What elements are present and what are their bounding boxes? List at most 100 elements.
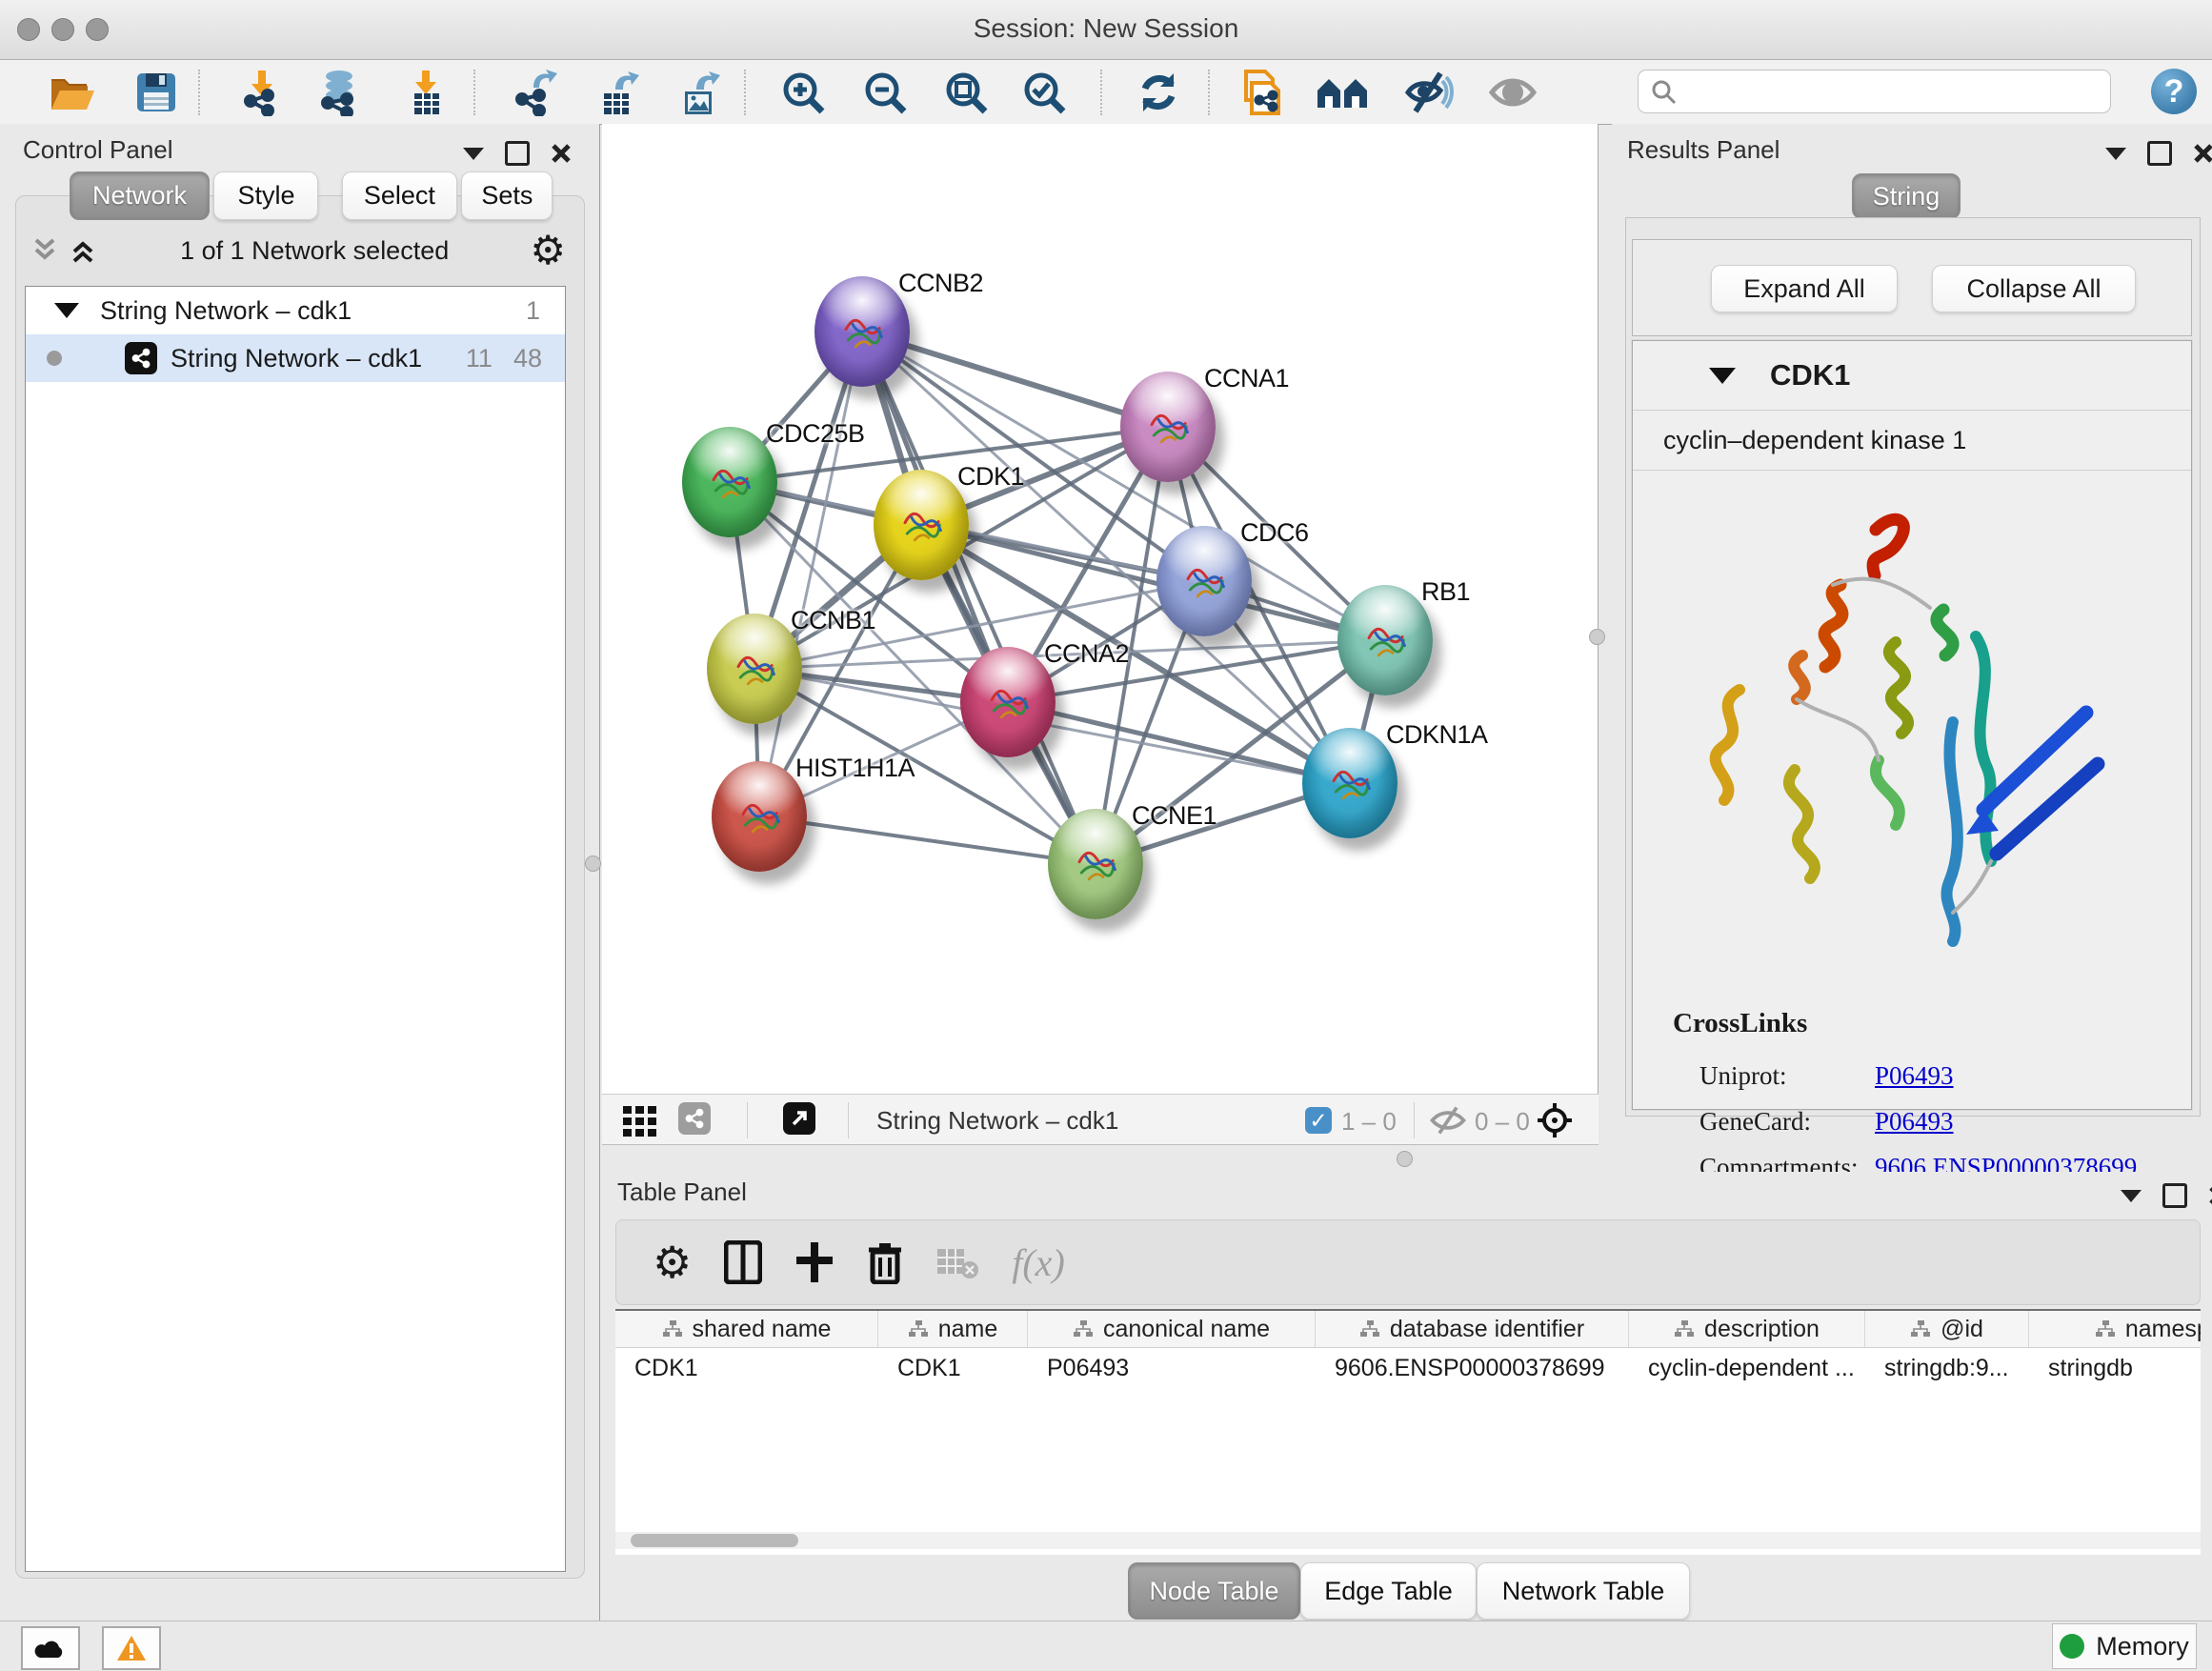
- expand-all-button[interactable]: Expand All: [1711, 265, 1898, 312]
- tab-network-table[interactable]: Network Table: [1477, 1562, 1690, 1620]
- fit-selection-crosshair-icon[interactable]: [1536, 1101, 1574, 1139]
- network-canvas[interactable]: CCNB2 CCNA1 CDC25B CDK1 CDC6 RB1 CCNB1 C…: [602, 124, 1599, 1094]
- open-session-button[interactable]: [46, 68, 99, 117]
- grid-mode-icon[interactable]: [623, 1106, 663, 1137]
- left-splitter-handle[interactable]: [585, 856, 601, 872]
- column-header[interactable]: shared name: [615, 1311, 878, 1347]
- import-network-button[interactable]: [235, 68, 289, 117]
- zoom-selected-button[interactable]: [1017, 68, 1071, 117]
- close-panel-icon[interactable]: [2193, 143, 2212, 164]
- node-label-cdc25b: CDC25B: [766, 419, 865, 449]
- save-session-button[interactable]: [130, 68, 183, 117]
- collection-expander-icon[interactable]: [54, 303, 79, 318]
- table-cell[interactable]: 9606.ENSP00000378699: [1316, 1355, 1629, 1382]
- network-view-mode-icon[interactable]: [678, 1102, 711, 1135]
- column-header[interactable]: canonical name: [1028, 1311, 1316, 1347]
- table-cell[interactable]: stringdb:9...: [1865, 1355, 2029, 1382]
- import-network-from-database-button[interactable]: [312, 68, 366, 117]
- import-table-button[interactable]: [399, 68, 452, 117]
- table-cell[interactable]: stringdb: [2029, 1355, 2201, 1382]
- search-input[interactable]: [1677, 77, 2081, 106]
- help-button[interactable]: ?: [2151, 69, 2197, 114]
- show-columns-icon[interactable]: [724, 1240, 762, 1284]
- export-image-button[interactable]: [674, 68, 727, 117]
- float-panel-icon[interactable]: [2147, 141, 2172, 166]
- float-panel-icon[interactable]: [505, 141, 530, 166]
- network-node-cdc25b[interactable]: [682, 427, 777, 537]
- tab-select[interactable]: Select: [342, 171, 457, 220]
- table-options-gear-icon[interactable]: ⚙: [653, 1240, 692, 1284]
- crosslink-value[interactable]: P06493: [1875, 1107, 1954, 1137]
- add-column-icon[interactable]: [794, 1240, 835, 1284]
- export-network-button[interactable]: [509, 68, 562, 117]
- zoom-fit-button[interactable]: [939, 68, 993, 117]
- gene-expander-icon[interactable]: [1709, 368, 1736, 384]
- delete-column-trash-icon[interactable]: [867, 1240, 903, 1284]
- delete-table-icon[interactable]: [935, 1243, 979, 1281]
- tab-node-table[interactable]: Node Table: [1128, 1562, 1300, 1620]
- network-collection-row[interactable]: String Network – cdk1 1: [26, 287, 565, 334]
- horizontal-scrollbar[interactable]: [615, 1532, 2201, 1549]
- column-header[interactable]: database identifier: [1316, 1311, 1629, 1347]
- close-panel-icon[interactable]: [551, 143, 572, 164]
- network-node-ccnb2[interactable]: [814, 276, 910, 387]
- table-cell[interactable]: P06493: [1028, 1355, 1316, 1382]
- network-node-rb1[interactable]: [1337, 585, 1433, 695]
- birdseye-view-icon[interactable]: [783, 1102, 815, 1135]
- collapse-all-button[interactable]: Collapse All: [1932, 265, 2136, 312]
- column-header[interactable]: name: [878, 1311, 1028, 1347]
- network-options-gear-icon[interactable]: ⚙: [530, 231, 566, 271]
- tab-edge-table[interactable]: Edge Table: [1300, 1562, 1477, 1620]
- float-panel-icon[interactable]: [2162, 1183, 2187, 1208]
- hide-selected-button[interactable]: [1402, 68, 1456, 117]
- selected-checkbox-icon[interactable]: ✓: [1305, 1107, 1332, 1134]
- tab-sets[interactable]: Sets: [461, 171, 553, 220]
- network-node-ccna2[interactable]: [960, 647, 1056, 757]
- table-row[interactable]: CDK1CDK1P064939606.ENSP00000378699cyclin…: [615, 1348, 2201, 1388]
- right-splitter-handle[interactable]: [1589, 629, 1605, 645]
- clone-network-button[interactable]: [1236, 68, 1289, 117]
- column-header[interactable]: namespace: [2029, 1311, 2201, 1347]
- network-row[interactable]: String Network – cdk1 11 48: [26, 334, 565, 382]
- panel-menu-icon[interactable]: [2105, 148, 2126, 160]
- collapse-all-networks-icon[interactable]: [29, 236, 61, 265]
- network-node-cdc6[interactable]: [1156, 526, 1252, 636]
- column-header[interactable]: description: [1629, 1311, 1865, 1347]
- crosslink-row: GeneCard: P06493: [1699, 1098, 2191, 1144]
- warnings-button[interactable]: [102, 1626, 161, 1670]
- panel-menu-icon[interactable]: [463, 148, 484, 160]
- tab-network[interactable]: Network: [70, 171, 210, 220]
- network-node-ccnb1[interactable]: [707, 614, 802, 724]
- table-cell[interactable]: CDK1: [615, 1355, 878, 1382]
- expand-all-networks-icon[interactable]: [67, 236, 99, 265]
- table-cell[interactable]: cyclin-dependent ...: [1629, 1355, 1865, 1382]
- network-node-cdk1[interactable]: [874, 470, 969, 580]
- network-node-ccna1[interactable]: [1120, 372, 1216, 482]
- tab-style[interactable]: Style: [213, 171, 318, 220]
- memory-button[interactable]: Memory: [2052, 1623, 2197, 1669]
- column-header[interactable]: @id: [1865, 1311, 2029, 1347]
- close-panel-icon[interactable]: [2208, 1185, 2212, 1206]
- control-panel-title: Control Panel: [23, 135, 173, 165]
- collection-count: 1: [526, 296, 540, 326]
- function-builder-icon[interactable]: f(x): [1012, 1240, 1065, 1285]
- gene-card-header[interactable]: CDK1: [1633, 341, 2191, 410]
- network-node-cdkn1a[interactable]: [1302, 728, 1398, 838]
- scrollbar-thumb[interactable]: [631, 1534, 798, 1547]
- table-header-row: shared name name canonical name database…: [615, 1311, 2201, 1348]
- zoom-out-button[interactable]: [858, 68, 912, 117]
- first-neighbors-button[interactable]: [1316, 68, 1369, 117]
- bottom-splitter-handle[interactable]: [1397, 1151, 1413, 1167]
- refresh-button[interactable]: [1132, 68, 1185, 117]
- table-cell[interactable]: CDK1: [878, 1355, 1028, 1382]
- show-all-button[interactable]: [1486, 68, 1539, 117]
- network-node-hist1h1a[interactable]: [712, 761, 807, 872]
- export-table-button[interactable]: [593, 68, 646, 117]
- network-node-ccne1[interactable]: [1048, 809, 1143, 919]
- crosslink-value[interactable]: P06493: [1875, 1061, 1954, 1091]
- zoom-in-button[interactable]: [776, 68, 830, 117]
- toolbar-search[interactable]: [1638, 70, 2111, 113]
- panel-menu-icon[interactable]: [2121, 1190, 2142, 1202]
- tab-string[interactable]: String: [1852, 173, 1961, 219]
- cloud-status-button[interactable]: [21, 1626, 80, 1670]
